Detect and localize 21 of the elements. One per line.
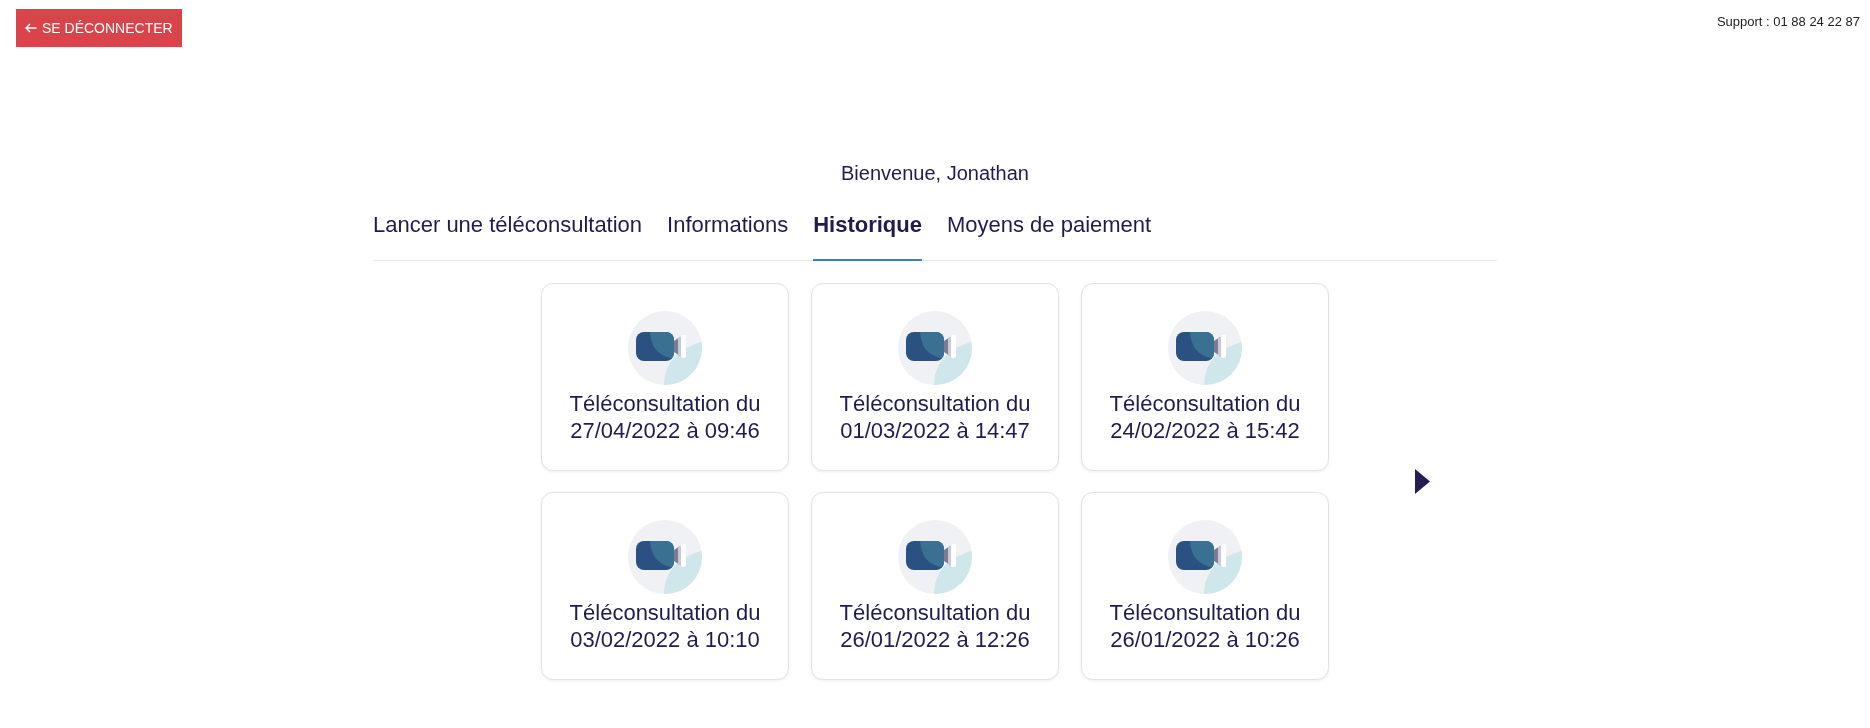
tab[interactable]: Moyens de paiement: [946, 212, 1152, 261]
tab[interactable]: Historique: [813, 212, 922, 261]
consultation-card[interactable]: Téléconsultation du 01/03/2022 à 14:47: [811, 283, 1059, 471]
video-camera-icon: [628, 519, 702, 594]
consultation-card[interactable]: Téléconsultation du 27/04/2022 à 09:46: [541, 283, 789, 471]
video-camera-icon: [1168, 519, 1242, 594]
consultation-card[interactable]: Téléconsultation du 26/01/2022 à 10:26: [1081, 492, 1329, 680]
consultation-card[interactable]: Téléconsultation du 24/02/2022 à 15:42: [1081, 283, 1329, 471]
consultation-card[interactable]: Téléconsultation du 03/02/2022 à 10:10: [541, 492, 789, 680]
logout-button[interactable]: SE DÉCONNECTER: [16, 9, 182, 47]
video-camera-icon: [1168, 310, 1242, 385]
video-camera-icon: [628, 310, 702, 385]
support-phone-text: Support : 01 88 24 22 87: [1716, 14, 1860, 30]
welcome-text: Bienvenue, Jonathan: [841, 161, 1029, 185]
consultation-card[interactable]: Téléconsultation du 26/01/2022 à 12:26: [811, 492, 1059, 680]
video-camera-icon: [898, 519, 972, 594]
tab[interactable]: Informations: [667, 212, 789, 261]
next-arrow-icon[interactable]: [1415, 469, 1430, 494]
tab[interactable]: Lancer une téléconsultation: [373, 212, 643, 261]
arrow-left-icon: [25, 23, 37, 33]
video-camera-icon: [898, 310, 972, 385]
